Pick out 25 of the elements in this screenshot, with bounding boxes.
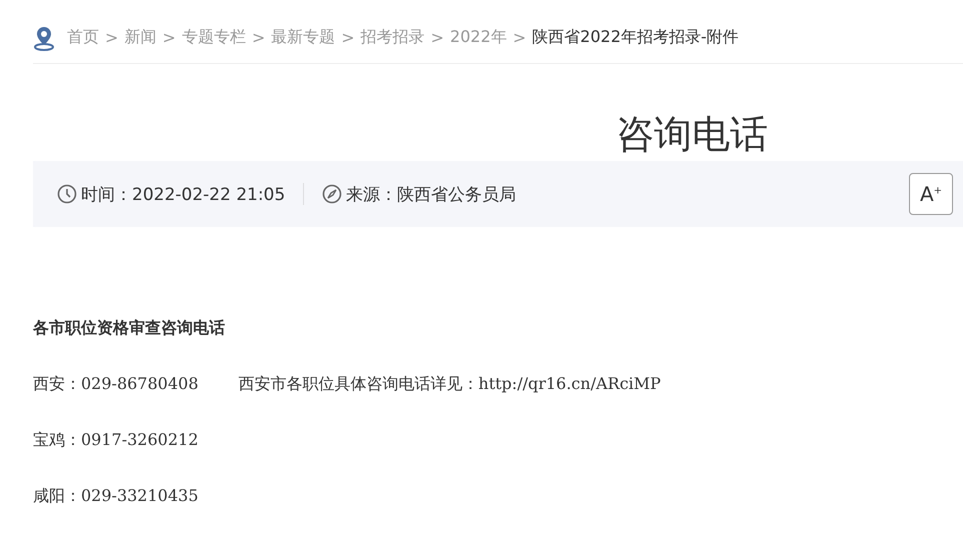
breadcrumb-link[interactable]: 招考招录	[360, 27, 425, 48]
contact-text: 宝鸡：0917-3260212	[33, 430, 198, 449]
breadcrumb-link[interactable]: 首页	[67, 27, 99, 48]
section-heading: 各市职位资格审查咨询电话	[33, 318, 225, 337]
breadcrumb-separator: >	[512, 28, 526, 47]
breadcrumb-separator: >	[162, 28, 176, 47]
article-title: 咨询电话	[615, 111, 769, 158]
breadcrumb-link[interactable]: 专题专栏	[182, 27, 246, 48]
breadcrumb-separator: >	[341, 28, 355, 47]
breadcrumb-link[interactable]: 陕西省2022年招考招录-附件	[532, 27, 739, 48]
clock-icon	[57, 184, 77, 204]
breadcrumb-link[interactable]: 最新专题	[271, 27, 336, 48]
font-size-button[interactable]: A$^{+}$	[909, 173, 953, 215]
breadcrumb-separator: >	[252, 28, 266, 47]
contact-text: 西安市各职位具体咨询电话详见：http://qr16.cn/ARciMP	[238, 374, 661, 393]
location-pin-icon	[33, 24, 55, 50]
breadcrumb-link[interactable]: 2022年	[450, 27, 507, 48]
contact-text: 咸阳：029-33210435	[33, 486, 198, 505]
publish-time: 时间：2022-02-22 21:05	[81, 184, 286, 206]
compass-icon	[322, 184, 342, 204]
breadcrumb-separator: >	[430, 28, 444, 47]
contact-text: 西安：029-86780408	[33, 374, 198, 393]
breadcrumb-link[interactable]: 新闻	[124, 27, 156, 48]
source-text: 来源：陕西省公务员局	[346, 184, 516, 206]
breadcrumb-separator: >	[105, 28, 118, 47]
